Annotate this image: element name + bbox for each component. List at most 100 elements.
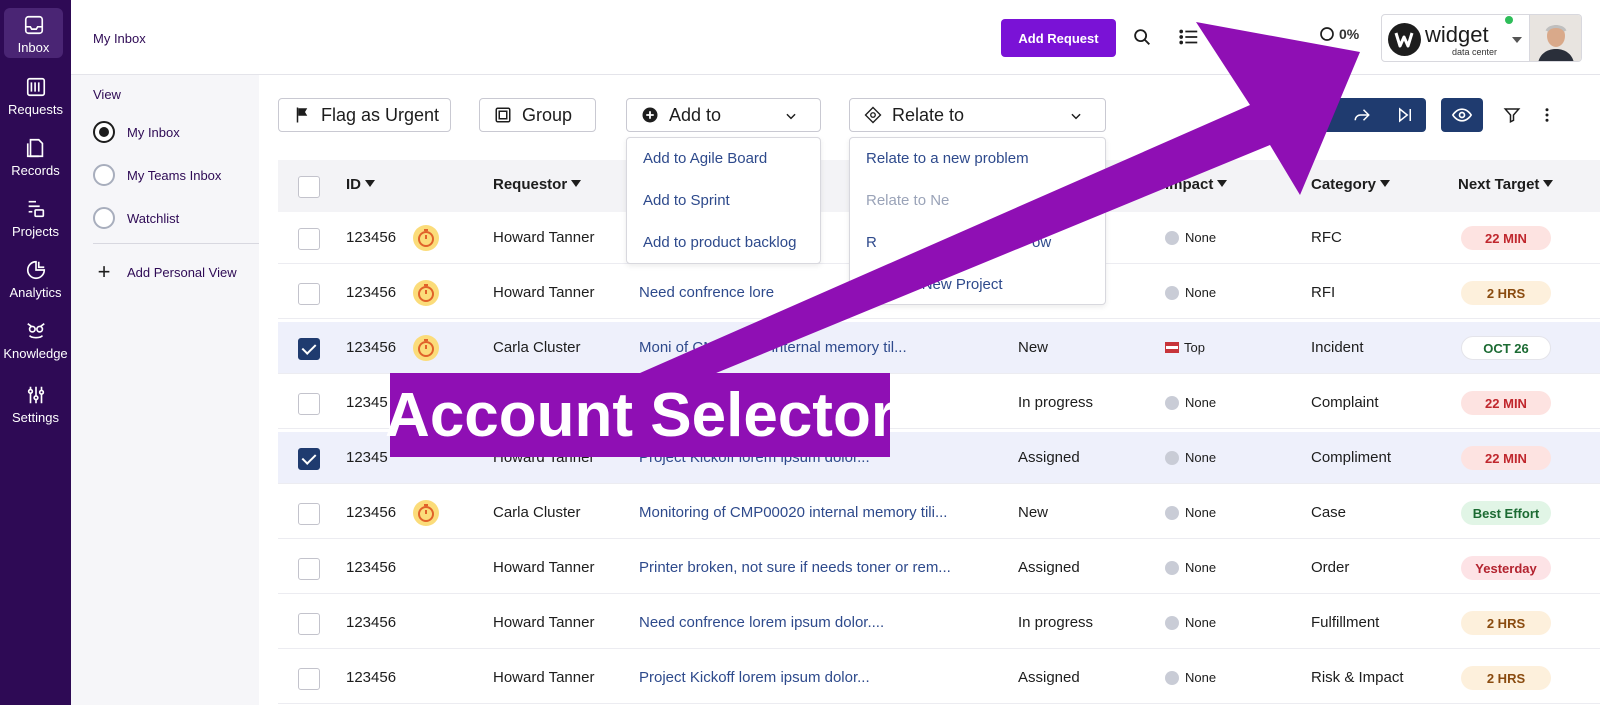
row-requestor: Carla Cluster bbox=[493, 504, 581, 521]
row-subject-link[interactable]: Project Kickoff lorem ipsum dolor... bbox=[639, 669, 870, 686]
filter-icon[interactable] bbox=[1503, 106, 1521, 124]
next-target-badge: 22 MIN bbox=[1461, 446, 1551, 470]
next-target-badge: 22 MIN bbox=[1461, 226, 1551, 250]
row-impact: None bbox=[1165, 230, 1216, 245]
impact-dot-icon bbox=[1165, 395, 1179, 410]
impact-label: None bbox=[1185, 395, 1217, 410]
knowledge-icon bbox=[26, 323, 45, 339]
view-option-my-inbox[interactable]: My Inbox bbox=[93, 121, 180, 143]
menu-item-relate-partial[interactable]: R bbox=[866, 234, 877, 251]
group-icon bbox=[495, 107, 511, 123]
table-row[interactable]: 123456 Howard Tanner Project Kickoff lorem… bbox=[278, 652, 1600, 704]
row-checkbox[interactable] bbox=[298, 503, 320, 525]
add-personal-view-button[interactable]: + Add Personal View bbox=[93, 259, 237, 284]
skip-to-last-icon[interactable] bbox=[1396, 106, 1414, 124]
plus-icon: + bbox=[97, 259, 111, 284]
row-category: Fulfillment bbox=[1311, 614, 1380, 631]
rail-item-inbox[interactable]: Inbox bbox=[4, 8, 63, 58]
view-option-label: Watchlist bbox=[127, 210, 180, 226]
select-all-checkbox[interactable] bbox=[298, 176, 320, 198]
impact-dot-icon bbox=[1165, 670, 1179, 685]
table-row[interactable]: 123456 Howard Tanner Printer broken, not s… bbox=[278, 542, 1600, 594]
view-option-my-teams-inbox[interactable]: My Teams Inbox bbox=[93, 164, 221, 186]
rail-label: Projects bbox=[12, 224, 59, 239]
row-subject-link[interactable]: Monitoring of CMP00020 internal memory t… bbox=[639, 504, 947, 521]
sort-caret-icon bbox=[1217, 180, 1228, 187]
impact-dot-icon bbox=[1165, 230, 1179, 245]
column-header-id[interactable]: ID bbox=[346, 176, 375, 193]
menu-item-relate-to-new-problem[interactable]: Relate to a new problem bbox=[866, 150, 1029, 167]
list-icon[interactable] bbox=[1178, 26, 1200, 48]
relate-to-dropdown[interactable]: Relate to bbox=[849, 98, 1106, 132]
column-header-requestor[interactable]: Requestor bbox=[493, 176, 582, 193]
row-subject-link[interactable]: Need confrence lore bbox=[639, 284, 774, 301]
radio-selected[interactable] bbox=[93, 121, 115, 143]
menu-item-relate-partial-end[interactable]: ow bbox=[1032, 234, 1051, 251]
row-checkbox[interactable] bbox=[298, 228, 320, 250]
group-button[interactable]: Group bbox=[479, 98, 596, 132]
rail-item-requests[interactable]: Requests bbox=[0, 76, 71, 117]
row-impact: Top bbox=[1165, 340, 1205, 355]
radio-unselected[interactable] bbox=[93, 207, 115, 229]
page-title: My Inbox bbox=[93, 31, 146, 46]
row-checkbox[interactable] bbox=[298, 338, 320, 360]
menu-item-relate-to-new-project[interactable]: ate to New Project bbox=[880, 276, 1003, 293]
chevron-right-icon[interactable] bbox=[1316, 106, 1334, 124]
row-checkbox[interactable] bbox=[298, 393, 320, 415]
column-header-category[interactable]: Category bbox=[1311, 176, 1391, 193]
column-header-impact[interactable]: Impact bbox=[1165, 176, 1228, 193]
progress-indicator[interactable]: 0% bbox=[1319, 26, 1359, 42]
forward-icon[interactable] bbox=[1352, 106, 1372, 124]
add-request-button[interactable]: Add Request bbox=[1001, 19, 1116, 57]
table-row[interactable]: 123456 Carla Cluster Moni of CMP00020 inte… bbox=[278, 322, 1600, 374]
timer-icon bbox=[413, 335, 439, 361]
menu-item-add-to-product-backlog[interactable]: Add to product backlog bbox=[643, 234, 796, 251]
rail-item-records[interactable]: Records bbox=[0, 137, 71, 178]
row-requestor: Carla Cluster bbox=[493, 339, 581, 356]
flag-icon bbox=[296, 107, 308, 123]
table-row[interactable]: 123456 Carla Cluster Monitoring of CMP0002… bbox=[278, 487, 1600, 539]
impact-dot-icon bbox=[1165, 450, 1179, 465]
radio-unselected[interactable] bbox=[93, 164, 115, 186]
table-row[interactable]: 123456 Howard Tanner Need confrence lorem … bbox=[278, 597, 1600, 649]
add-to-dropdown[interactable]: Add to bbox=[626, 98, 821, 132]
row-id: 123456 bbox=[346, 504, 397, 521]
relate-icon bbox=[864, 106, 882, 124]
sort-caret-icon bbox=[571, 180, 582, 187]
menu-item-add-to-agile-board[interactable]: Add to Agile Board bbox=[643, 150, 767, 167]
rail-item-knowledge[interactable]: Knowledge bbox=[0, 320, 71, 361]
row-checkbox[interactable] bbox=[298, 613, 320, 635]
analytics-icon bbox=[26, 260, 45, 280]
avatar[interactable] bbox=[1530, 14, 1582, 62]
row-checkbox[interactable] bbox=[298, 283, 320, 305]
chevron-down-icon bbox=[1512, 37, 1522, 43]
row-subject-link[interactable]: Printer broken, not sure if needs toner … bbox=[639, 559, 951, 576]
view-option-watchlist[interactable]: Watchlist bbox=[93, 207, 179, 229]
impact-label: None bbox=[1185, 230, 1217, 245]
row-requestor: Howard Tanner bbox=[493, 614, 595, 631]
more-vertical-icon[interactable] bbox=[1538, 106, 1556, 124]
row-checkbox[interactable] bbox=[298, 668, 320, 690]
relate-to-menu: Relate to a new problem Relate to Ne R o… bbox=[849, 137, 1106, 305]
rail-item-analytics[interactable]: Analytics bbox=[0, 259, 71, 300]
rail-item-projects[interactable]: Projects bbox=[0, 198, 71, 239]
search-icon[interactable] bbox=[1131, 26, 1153, 48]
column-header-next-target[interactable]: Next Target bbox=[1458, 176, 1554, 193]
row-requestor: Howard Tanner bbox=[493, 229, 595, 246]
row-status: In progress bbox=[1018, 614, 1094, 631]
row-subject-link[interactable]: Moni of CMP00020 internal memory til... bbox=[639, 339, 907, 356]
group-label: Group bbox=[522, 104, 573, 125]
row-subject-link[interactable]: Need confrence lorem ipsum dolor.... bbox=[639, 614, 884, 631]
online-status-dot bbox=[1505, 16, 1513, 24]
row-checkbox[interactable] bbox=[298, 558, 320, 580]
row-checkbox[interactable] bbox=[298, 448, 320, 470]
rail-item-settings[interactable]: Settings bbox=[0, 384, 71, 425]
column-label: ID bbox=[346, 176, 361, 193]
menu-item-add-to-sprint[interactable]: Add to Sprint bbox=[643, 192, 730, 209]
next-target-badge: Yesterday bbox=[1461, 556, 1551, 580]
view-toggle-button[interactable] bbox=[1441, 98, 1483, 132]
impact-label: Top bbox=[1184, 340, 1205, 355]
relate-to-label: Relate to bbox=[892, 104, 965, 125]
flag-as-urgent-button[interactable]: Flag as Urgent bbox=[278, 98, 451, 132]
row-status: Assigned bbox=[1018, 559, 1080, 576]
